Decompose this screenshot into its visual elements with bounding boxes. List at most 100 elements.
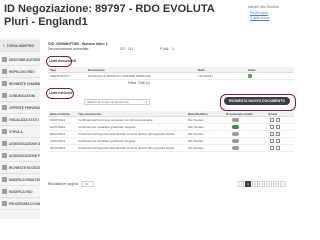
doc-icon bbox=[2, 57, 7, 62]
sent-toggle[interactable] bbox=[232, 132, 239, 136]
table-row: 04/07/2024 Certificato dell'Agenzia dell… bbox=[48, 145, 294, 152]
sent-toggle[interactable] bbox=[232, 139, 239, 143]
page-title: ID Negoziazione: 89797 - RDO EVOLUTA Plu… bbox=[4, 3, 215, 28]
pagination-page[interactable]: 4 bbox=[266, 181, 272, 187]
sidebar-item-label: VISUALIZZA STATO bbox=[9, 117, 39, 122]
status-ok-icon bbox=[248, 74, 252, 78]
pagination-next[interactable]: > bbox=[280, 181, 286, 187]
col-header: Descrizione bbox=[88, 68, 105, 72]
sidebar-item-communications[interactable]: COMUNICAZIONI bbox=[0, 90, 40, 102]
sidebar-item-stipula[interactable]: STIPULA bbox=[0, 126, 40, 138]
pagination-prev[interactable]: < bbox=[238, 181, 244, 187]
row-checkbox[interactable] bbox=[270, 146, 274, 150]
cell-type: Certificato del casellario giudiziale in… bbox=[78, 125, 136, 129]
sidebar-item-label: AGGIUDICAZIONE DEFINITIVA bbox=[9, 141, 40, 146]
sidebar-item-label: OFFERTE PERVENUTE bbox=[9, 105, 40, 110]
piva-value: 1 bbox=[172, 47, 174, 51]
pagination-page[interactable]: 2 bbox=[252, 181, 258, 187]
sent-toggle[interactable] bbox=[232, 146, 239, 150]
pagination-page[interactable]: 5 bbox=[273, 181, 279, 187]
row-checkbox[interactable] bbox=[270, 132, 274, 136]
col-header: Tipo bbox=[50, 68, 57, 72]
pagination-page[interactable]: 1 bbox=[245, 181, 251, 187]
cig-line: CIG: 0000MUF7DB - Numero lotto: 1 bbox=[48, 42, 108, 46]
cell-type: CERTIFICATO bbox=[50, 74, 70, 78]
row-checkbox[interactable] bbox=[276, 125, 280, 129]
document-type-select[interactable]: Seleziona un tipo di documento ▾ bbox=[84, 99, 150, 105]
cell-date: 04/07/2024 bbox=[50, 132, 66, 136]
col-header: Tipo documento bbox=[78, 112, 102, 116]
row-checkbox[interactable] bbox=[276, 118, 280, 122]
pagination-page[interactable]: 3 bbox=[259, 181, 265, 187]
help-link[interactable]: Guida online bbox=[250, 16, 270, 20]
filter-value[interactable]: Tutti (1) bbox=[138, 81, 150, 85]
chevron-left-icon: ‹ bbox=[3, 42, 5, 49]
table-row: 04/07/2024 Certificato del casellario gi… bbox=[48, 138, 294, 145]
trophy-icon bbox=[2, 141, 7, 146]
row-checkbox[interactable] bbox=[270, 139, 274, 143]
doc-icon bbox=[2, 201, 7, 206]
col-header: Data bbox=[198, 68, 205, 72]
cf-label: CF: bbox=[120, 47, 126, 51]
sidebar: ‹ TORNA INDIETRO GESTIONE AUTORIZZAZIONI… bbox=[0, 38, 40, 219]
sidebar-item-label: MODIFICA RDO bbox=[9, 189, 33, 194]
page-size-value: 10 bbox=[85, 182, 89, 186]
cell-type: Certificato dell'Agenzia delle Entrate a… bbox=[78, 146, 175, 150]
sidebar-item-edit-rdo[interactable]: MODIFICA RDO bbox=[0, 186, 40, 198]
sidebar-item-label: PROCEDURA DI GARA bbox=[9, 201, 40, 206]
cell-date: 04/07/2024 bbox=[50, 118, 66, 122]
pen-icon bbox=[2, 129, 7, 134]
back-button[interactable]: ‹ TORNA INDIETRO bbox=[0, 40, 40, 52]
row-checkbox[interactable] bbox=[276, 132, 280, 136]
table-row: 04/07/2024 Certificato dell'iscrizione c… bbox=[48, 117, 294, 124]
row-checkbox[interactable] bbox=[276, 146, 280, 150]
col-header: Documento inviato bbox=[226, 112, 254, 116]
col-header: Azioni bbox=[268, 112, 277, 116]
filter-label: Filtra bbox=[128, 81, 136, 85]
table-row: 04/07/2024 Certificato del casellario gi… bbox=[48, 124, 294, 131]
cell-modified: Mio Studios bbox=[188, 125, 204, 129]
table-row: 04/07/2024 Certificato dell'Agenzia dell… bbox=[48, 131, 294, 138]
row-checkbox[interactable] bbox=[270, 125, 274, 129]
section2-title: Lista richieste bbox=[49, 91, 73, 95]
sidebar-item-offers[interactable]: OFFERTE PERVENUTE bbox=[0, 102, 40, 114]
sent-toggle[interactable] bbox=[232, 118, 239, 122]
row-checkbox[interactable] bbox=[276, 139, 280, 143]
logout-link[interactable]: Esci/Logout bbox=[250, 11, 268, 15]
back-button-label: TORNA INDIETRO bbox=[6, 43, 34, 48]
sidebar-item-edit-results[interactable]: MODIFICA RISULTATI bbox=[0, 174, 40, 186]
trophy-icon bbox=[2, 153, 7, 158]
edit-icon bbox=[2, 177, 7, 182]
page-size-label: Risultati per pagina bbox=[48, 182, 78, 186]
sidebar-item-provisional-award[interactable]: AGGIUDICAZIONE PROVVISORIA bbox=[0, 150, 40, 162]
select-placeholder: Seleziona un tipo di documento bbox=[87, 100, 129, 104]
page-size-select[interactable]: 10 bbox=[82, 181, 94, 187]
sidebar-item-procedure[interactable]: PROCEDURA DI GARA bbox=[0, 198, 40, 210]
warning-icon bbox=[2, 165, 7, 170]
cell-type: Certificato dell'Agenzia delle Entrate a… bbox=[78, 132, 175, 136]
sent-toggle[interactable] bbox=[232, 125, 239, 129]
col-header: Data Modifica bbox=[188, 112, 208, 116]
cell-date: 12/10/2021 bbox=[198, 74, 214, 78]
sidebar-item-authorizations[interactable]: GESTIONE AUTORIZZAZIONI bbox=[0, 54, 40, 66]
sidebar-item-label: RIEPILOGO RDO bbox=[9, 69, 35, 74]
sidebar-item-label: AGGIUDICAZIONE PROVVISORIA bbox=[9, 153, 40, 158]
cell-description: Dichiarazione BONIFICO AZIENDE PERSONE bbox=[88, 74, 151, 78]
cell-modified: Mio Studios bbox=[188, 139, 204, 143]
mail-icon bbox=[2, 93, 7, 98]
sidebar-item-status[interactable]: VISUALIZZA STATO bbox=[0, 114, 40, 126]
table-row: CERTIFICATO Dichiarazione BONIFICO AZIEN… bbox=[48, 73, 294, 80]
sidebar-item-exceptions[interactable]: RICHIESTE ECCEZIONI bbox=[0, 162, 40, 174]
sidebar-item-definitive-award[interactable]: AGGIUDICAZIONE DEFINITIVA bbox=[0, 138, 40, 150]
sidebar-item-summary[interactable]: RIEPILOGO RDO bbox=[0, 66, 40, 78]
cell-date: 04/07/2024 bbox=[50, 146, 66, 150]
cell-modified: Mio Studios bbox=[188, 146, 204, 150]
new-document-request-button[interactable]: RICHIESTA NUOVO DOCUMENTO bbox=[224, 97, 290, 105]
col-header: Data richiesta bbox=[50, 112, 70, 116]
sidebar-item-clarifications[interactable]: RICHIESTE CHIARIMENTI bbox=[0, 78, 40, 90]
section1-title: Lista documenti bbox=[49, 59, 76, 63]
row-checkbox[interactable] bbox=[270, 118, 274, 122]
cell-modified: Mio Studios bbox=[188, 118, 204, 122]
doc-icon bbox=[2, 69, 7, 74]
piva-label: P.IVA: bbox=[160, 47, 170, 51]
